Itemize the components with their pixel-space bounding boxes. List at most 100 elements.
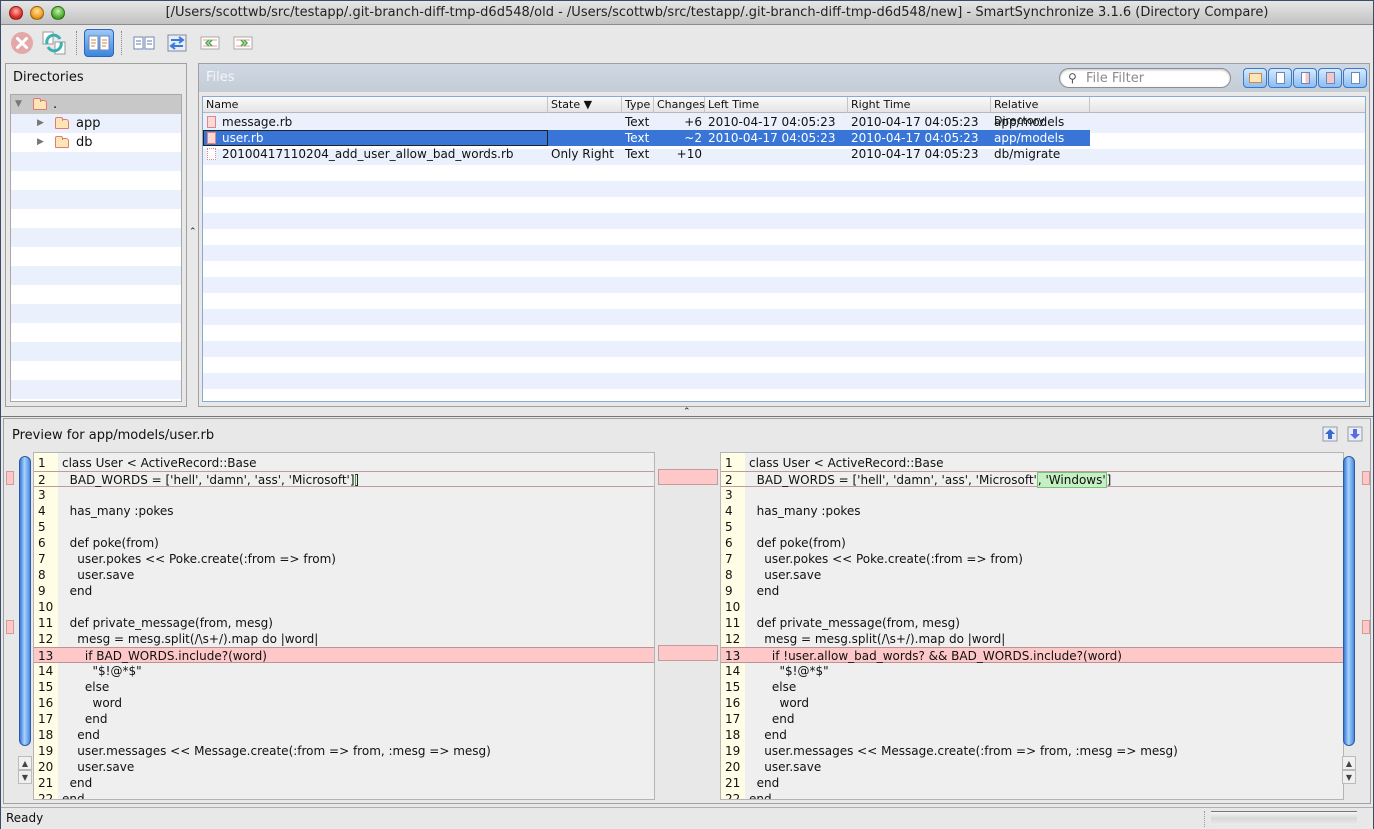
- change-marker[interactable]: [1362, 620, 1370, 634]
- scrollbar-thumb[interactable]: [1343, 456, 1355, 746]
- code-segment: end: [749, 776, 780, 790]
- code-text: end: [749, 711, 795, 727]
- app-window: [/Users/scottwb/src/testapp/.git-branch-…: [0, 0, 1374, 829]
- column-header-right-time[interactable]: Right Time: [848, 97, 991, 113]
- compare-icon: [88, 35, 110, 51]
- collapsed-triangle-icon[interactable]: ▶: [37, 133, 44, 152]
- copy-to-left-button[interactable]: [197, 30, 223, 56]
- code-line: 1 class User < ActiveRecord::Base: [721, 455, 1343, 471]
- column-header-name[interactable]: Name: [203, 97, 548, 113]
- code-text: BAD_WORDS = ['hell', 'damn', 'ass', 'Mic…: [62, 472, 358, 488]
- file-filter-field[interactable]: ⚲: [1059, 68, 1231, 88]
- cell-name: user.rb: [203, 130, 548, 146]
- tree-node-app[interactable]: ▶ app: [11, 114, 181, 133]
- refresh-button[interactable]: [41, 30, 67, 56]
- title-bar: [/Users/scottwb/src/testapp/.git-branch-…: [1, 1, 1373, 25]
- previous-change-button[interactable]: [1322, 426, 1338, 442]
- column-header-relative-directory[interactable]: Relative Directory: [991, 97, 1090, 127]
- change-marker[interactable]: [6, 471, 14, 485]
- cell-text: Text: [625, 131, 650, 145]
- stop-button[interactable]: [9, 30, 35, 56]
- code-text: BAD_WORDS = ['hell', 'damn', 'ass', 'Mic…: [749, 472, 1111, 488]
- code-line: 13 if !user.allow_bad_words? && BAD_WORD…: [721, 647, 1343, 663]
- next-change-button[interactable]: [1347, 426, 1363, 442]
- scroll-down-arrow[interactable]: ▼: [18, 770, 32, 784]
- code-segment: def poke(from): [62, 536, 159, 550]
- tree-node-db[interactable]: ▶ db: [11, 133, 181, 152]
- table-row[interactable]: user.rb Text ~2 2010-04-17 04:05:23 2010-04-…: [203, 130, 1365, 146]
- left-scrollbar[interactable]: ▲ ▼: [18, 456, 32, 796]
- right-scrollbar[interactable]: ▲ ▼: [1342, 456, 1356, 796]
- cell-state: [548, 130, 622, 146]
- line-number: 21: [725, 776, 741, 790]
- line-number: 17: [725, 712, 741, 726]
- line-number: 15: [38, 680, 54, 694]
- table-row[interactable]: message.rb Text +6 2010-04-17 04:05:23 2010-…: [203, 114, 1365, 130]
- show-left-only-button[interactable]: [1293, 68, 1317, 88]
- code-text: user.messages << Message.create(:from =>…: [62, 743, 491, 759]
- column-header-changes[interactable]: Changes: [654, 97, 705, 113]
- code-segment: end: [749, 712, 795, 726]
- splitter-grip-icon[interactable]: ⌃: [683, 407, 691, 417]
- collapsed-triangle-icon[interactable]: ▶: [37, 114, 44, 133]
- close-window-button[interactable]: [9, 6, 23, 20]
- cell-changes: +10: [654, 146, 705, 162]
- line-number: 5: [38, 520, 46, 534]
- code-text: "$!@*$": [62, 663, 142, 679]
- copy-to-right-button[interactable]: [230, 30, 256, 56]
- toolbar-separator: [121, 31, 122, 55]
- code-text: user.save: [749, 759, 821, 775]
- left-code-pane[interactable]: 1 class User < ActiveRecord::Base 2 BAD_WO…: [33, 452, 655, 800]
- tree-node-root[interactable]: ▼ .: [11, 95, 181, 114]
- horizontal-splitter[interactable]: ⌃: [1, 407, 1373, 417]
- swap-icon: [167, 34, 187, 52]
- file-filter-input[interactable]: [1086, 70, 1226, 86]
- swap-sides-button[interactable]: [164, 30, 190, 56]
- scroll-up-arrow[interactable]: ▲: [18, 756, 32, 770]
- file-compare-button[interactable]: [131, 30, 157, 56]
- code-segment: user.messages << Message.create(:from =>…: [749, 744, 1178, 758]
- column-header-type[interactable]: Type: [622, 97, 654, 113]
- line-number: 19: [38, 744, 54, 758]
- code-line: 16 word: [34, 695, 654, 711]
- code-segment: word: [62, 696, 123, 710]
- code-segment: else: [749, 680, 797, 694]
- change-marker[interactable]: [6, 620, 14, 634]
- toolbar: [1, 26, 1373, 60]
- line-number: 6: [725, 536, 733, 550]
- splitter-grip-icon[interactable]: ⌃: [189, 227, 197, 237]
- cell-text: db/migrate: [994, 147, 1061, 161]
- scrollbar-thumb[interactable]: [19, 456, 31, 746]
- code-text: if BAD_WORDS.include?(word): [62, 648, 267, 664]
- table-row[interactable]: 20100417110204_add_user_allow_bad_words.…: [203, 146, 1365, 162]
- minimize-window-button[interactable]: [30, 6, 44, 20]
- scroll-up-arrow[interactable]: ▲: [1342, 756, 1356, 770]
- show-right-only-button[interactable]: [1343, 68, 1367, 88]
- added-text-highlight: , 'Windows': [1036, 472, 1107, 488]
- column-header-left-time[interactable]: Left Time: [705, 97, 848, 113]
- code-segment: user.messages << Message.create(:from =>…: [62, 744, 491, 758]
- right-code-pane[interactable]: 1 class User < ActiveRecord::Base 2 BAD_WO…: [720, 452, 1344, 800]
- directory-compare-button[interactable]: [84, 29, 114, 57]
- line-number: 5: [725, 520, 733, 534]
- show-unchanged-button[interactable]: [1268, 68, 1292, 88]
- vertical-splitter[interactable]: ⌃: [187, 63, 197, 407]
- files-table: Name State ▼ Type Changes Left Time Righ…: [202, 96, 1366, 402]
- code-line: 3: [721, 487, 1343, 503]
- scroll-down-arrow[interactable]: ▼: [1342, 770, 1356, 784]
- line-number: 1: [725, 456, 733, 470]
- line-number: 13: [725, 649, 741, 663]
- change-marker[interactable]: [1362, 471, 1370, 485]
- code-line: 12 mesg = mesg.split(/\s+/).map do |word…: [721, 631, 1343, 647]
- file-compare-icon: [133, 36, 155, 50]
- code-segment: def private_message(from, mesg): [62, 616, 273, 630]
- expanded-triangle-icon[interactable]: ▼: [15, 95, 22, 114]
- cell-text: Text: [625, 115, 650, 129]
- code-text: end: [749, 583, 780, 599]
- column-header-state[interactable]: State ▼: [548, 97, 622, 113]
- zoom-window-button[interactable]: [51, 6, 65, 20]
- line-number: 18: [725, 728, 741, 742]
- show-directories-button[interactable]: [1243, 68, 1267, 88]
- show-modified-button[interactable]: [1318, 68, 1342, 88]
- tree-node-label: .: [53, 97, 58, 112]
